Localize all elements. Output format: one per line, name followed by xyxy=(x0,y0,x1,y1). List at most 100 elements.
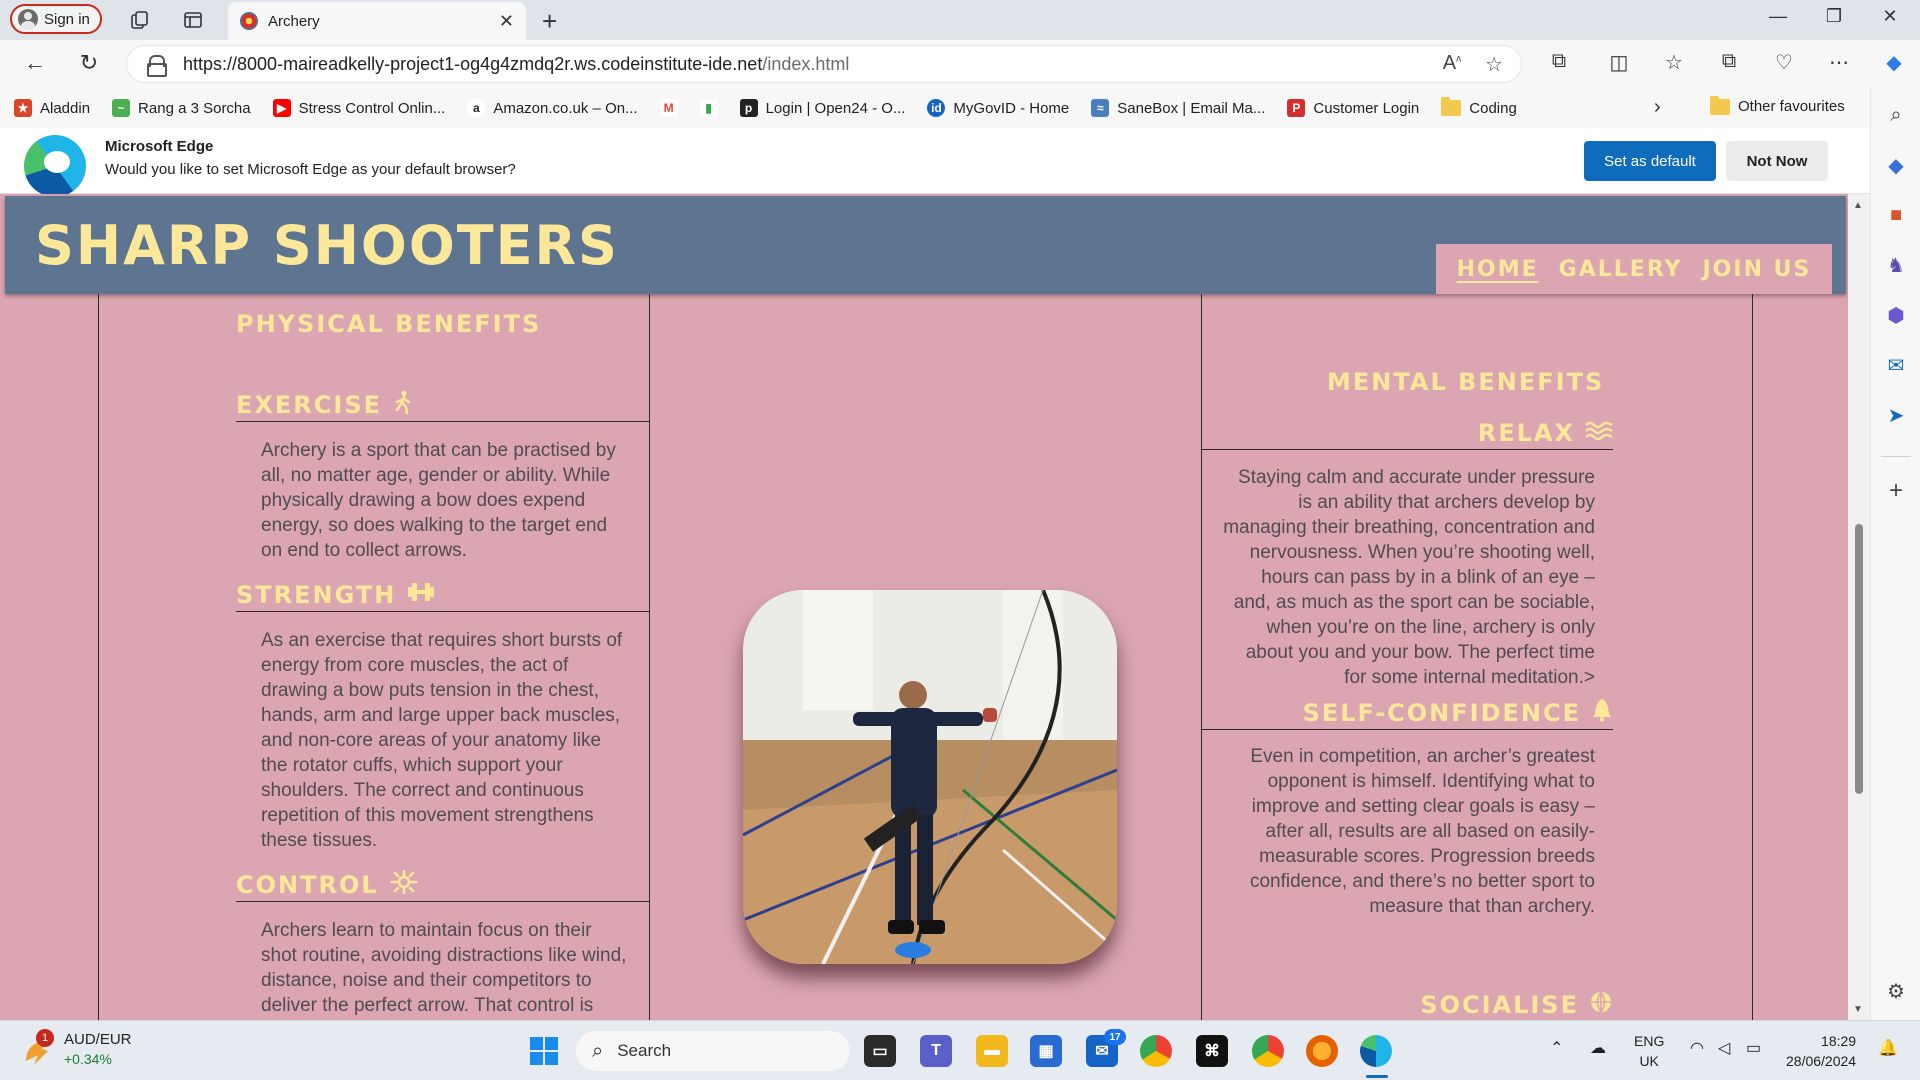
not-now-button[interactable]: Not Now xyxy=(1726,141,1828,181)
site-brand[interactable]: SHARP SHOOTERS xyxy=(35,214,619,277)
page-viewport: SHARP SHOOTERS HOME GALLERY JOIN US PHYS… xyxy=(0,194,1870,1020)
strength-text: As an exercise that requires short burst… xyxy=(261,630,623,851)
page-scrollbar[interactable]: ▲ ▼ xyxy=(1848,194,1870,1020)
scroll-up-icon[interactable]: ▲ xyxy=(1853,200,1863,211)
sign-in-button[interactable]: Sign in xyxy=(10,4,102,34)
default-browser-infobar: Microsoft Edge Would you like to set Mic… xyxy=(0,128,1870,197)
tab-actions-icon[interactable] xyxy=(181,8,205,32)
fav-chart[interactable]: ▮ xyxy=(699,99,718,117)
firefox-icon[interactable] xyxy=(1306,1035,1338,1067)
new-tab-icon[interactable]: + xyxy=(542,6,557,37)
profile-icon xyxy=(18,9,38,29)
weather-widget-icon[interactable]: 1 xyxy=(20,1029,54,1067)
split-screen-icon[interactable]: ◫ xyxy=(1605,50,1633,75)
mail-count-badge: 17 xyxy=(1104,1029,1126,1045)
scroll-thumb[interactable] xyxy=(1855,524,1863,794)
fav-mygovid[interactable]: id MyGovID - Home xyxy=(927,99,1069,117)
fav-other-favourites[interactable]: Other favourites xyxy=(1710,95,1845,115)
close-window-icon[interactable]: ✕ xyxy=(1870,6,1910,27)
chrome-icon[interactable] xyxy=(1140,1035,1172,1067)
teams-icon[interactable]: T xyxy=(920,1035,952,1067)
socialise-heading-text: SOCIALISE xyxy=(1420,990,1579,1019)
fav-gmail[interactable]: M xyxy=(659,99,678,117)
outlook-icon[interactable]: ✉ xyxy=(1883,352,1909,378)
start-button-icon[interactable] xyxy=(528,1035,560,1067)
search-icon[interactable]: ⌕ xyxy=(1883,102,1909,128)
settings-gear-icon[interactable]: ⚙ xyxy=(1883,978,1909,1004)
fav-sanebox[interactable]: ≈ SaneBox | Email Ma... xyxy=(1091,99,1265,117)
battery-icon[interactable]: ▭ xyxy=(1746,1039,1761,1059)
fav-label: Login | Open24 - O... xyxy=(765,99,906,117)
favourites-icon[interactable]: ☆ xyxy=(1660,50,1688,75)
minimize-icon[interactable]: — xyxy=(1758,6,1798,27)
fav-aladdin[interactable]: ★ Aladdin xyxy=(14,99,90,117)
fav-coding-folder[interactable]: Coding xyxy=(1441,97,1517,117)
chrome-profile-icon[interactable] xyxy=(1252,1035,1284,1067)
github-icon[interactable]: ⌘ xyxy=(1196,1035,1228,1067)
microsoft-365-icon[interactable]: ⬢ xyxy=(1883,302,1909,328)
refresh-icon[interactable]: ↻ xyxy=(74,50,104,76)
clock[interactable]: 18:29 28/06/2024 xyxy=(1786,1031,1856,1071)
file-explorer-icon[interactable]: ▬ xyxy=(976,1035,1008,1067)
tab-archery[interactable]: Archery ✕ xyxy=(228,2,526,40)
fav-amazon[interactable]: a Amazon.co.uk – On... xyxy=(467,99,638,117)
mail-icon[interactable]: ✉ 17 xyxy=(1086,1029,1126,1067)
search-label: Search xyxy=(617,1041,672,1060)
exercise-text: Archery is a sport that can be practised… xyxy=(261,440,616,561)
store-icon[interactable]: ▦ xyxy=(1030,1035,1062,1067)
fav-label: MyGovID - Home xyxy=(953,99,1070,117)
nav-gallery-link[interactable]: GALLERY xyxy=(1559,257,1683,282)
tools-icon[interactable]: ■ xyxy=(1883,202,1909,228)
strength-heading: STRENGTH xyxy=(236,578,650,612)
shopping-tag-icon[interactable]: ◆ xyxy=(1883,152,1909,178)
aladdin-icon: ★ xyxy=(14,99,32,117)
close-tab-icon[interactable]: ✕ xyxy=(499,11,514,32)
workspaces-icon[interactable] xyxy=(128,8,152,32)
language-indicator[interactable]: ENG UK xyxy=(1634,1031,1664,1071)
control-heading: CONTROL xyxy=(236,868,650,902)
send-icon[interactable]: ➤ xyxy=(1883,402,1909,428)
maximize-icon[interactable]: ❐ xyxy=(1814,6,1854,27)
copilot-icon[interactable]: ◆ xyxy=(1880,50,1908,75)
scroll-down-icon[interactable]: ▼ xyxy=(1853,1004,1863,1015)
chevron-right-icon[interactable]: › xyxy=(1654,96,1661,119)
folder-icon xyxy=(1441,97,1462,116)
exercise-heading: EXERCISE xyxy=(236,388,650,422)
nav-home-link[interactable]: HOME xyxy=(1457,257,1539,282)
set-as-default-button[interactable]: Set as default xyxy=(1584,141,1716,181)
read-aloud-icon[interactable]: Aʌ xyxy=(1443,52,1461,77)
tray-chevron-icon[interactable]: ⌃ xyxy=(1550,1039,1563,1059)
fav-stress-control[interactable]: ▶ Stress Control Onlin... xyxy=(272,99,445,117)
dumbbell-icon xyxy=(406,581,436,609)
collections-icon[interactable]: ⧉ xyxy=(1715,50,1743,73)
windows-taskbar: 1 AUD/EUR +0.34% ⌕ Search ▭ T ▬ ▦ ✉ 17 ⌘… xyxy=(0,1020,1920,1080)
volume-icon[interactable]: ◁ xyxy=(1718,1039,1730,1059)
fav-customer-login[interactable]: P Customer Login xyxy=(1287,99,1419,117)
self-confidence-heading-text: SELF-CONFIDENCE xyxy=(1302,698,1581,727)
relax-heading: RELAX xyxy=(1202,416,1613,450)
fav-open24[interactable]: p Login | Open24 - O... xyxy=(739,99,906,117)
games-icon[interactable]: ♞ xyxy=(1883,252,1909,278)
add-icon[interactable]: + xyxy=(1883,477,1909,504)
more-options-icon[interactable]: ⋯ xyxy=(1825,50,1853,75)
column-divider xyxy=(98,294,99,1020)
favourite-star-icon[interactable]: ☆ xyxy=(1485,52,1503,77)
browser-tab-strip: Sign in Archery ✕ + — ❐ ✕ xyxy=(0,0,1920,40)
relax-text: Staying calm and accurate under pressure… xyxy=(1223,467,1595,688)
onedrive-icon[interactable]: ☁ xyxy=(1590,1039,1606,1059)
task-view-icon[interactable]: ▭ xyxy=(864,1035,896,1067)
fav-label: Customer Login xyxy=(1313,99,1420,117)
notifications-icon[interactable]: 🔔 xyxy=(1878,1039,1898,1059)
nav-join-us-link[interactable]: JOIN US xyxy=(1703,257,1812,282)
fav-rang-a-3-sorcha[interactable]: ~ Rang a 3 Sorcha xyxy=(112,99,251,117)
extensions-icon[interactable]: ⧉ xyxy=(1545,50,1573,73)
strength-heading-text: STRENGTH xyxy=(236,580,397,609)
taskbar-search-box[interactable]: ⌕ Search xyxy=(576,1031,850,1071)
wifi-icon[interactable]: ◠ xyxy=(1690,1039,1704,1059)
back-icon[interactable]: ← xyxy=(20,50,50,76)
browser-essentials-icon[interactable]: ♡ xyxy=(1770,50,1798,75)
edge-taskbar-icon[interactable] xyxy=(1360,1035,1392,1067)
edge-logo-icon xyxy=(24,135,86,197)
currency-pair[interactable]: AUD/EUR xyxy=(64,1031,132,1048)
address-bar[interactable]: https://8000-maireadkelly-project1-og4g4… xyxy=(126,45,1522,83)
